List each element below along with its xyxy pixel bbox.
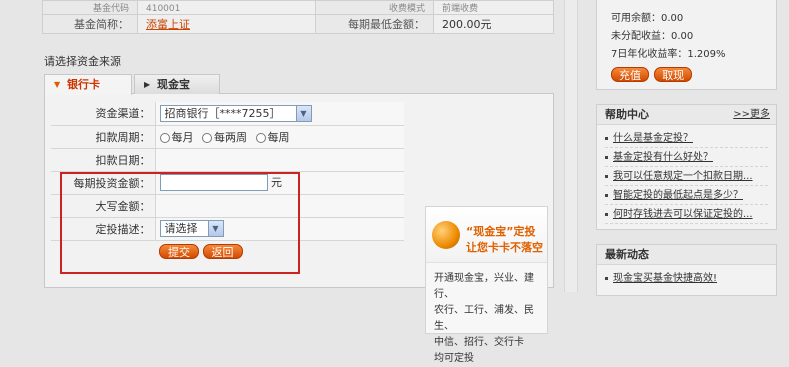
min-amount-label: 每期最低金额： [315,14,434,34]
help-center: 帮助中心 >>更多 什么是基金定投？ 基金定投有什么好处？ 我可以任意规定一个扣… [596,104,777,230]
promo-line: 中信、招行、交行卡 [434,337,524,348]
bullet-icon [605,276,608,280]
fund-name-cell: 添富上证 [137,14,316,34]
radio-icon[interactable] [202,132,212,143]
channel-cell: 招商银行［****7255］ ▼ [154,102,404,126]
bullet-icon [605,174,608,178]
period-option-monthly[interactable]: 每月 [159,131,194,144]
fund-name-label: 基金简称： [42,14,138,34]
right-sidebar: 可用余额：0.00 未分配收益：0.00 7日年化收益率：1.209% 充值 取… [596,0,777,296]
help-list: 什么是基金定投？ 基金定投有什么好处？ 我可以任意规定一个扣款日期... 智能定… [597,125,776,224]
source-tabs: ▼ 银行卡 ▶ 现金宝 [44,74,554,95]
tab-bank-card[interactable]: ▼ 银行卡 [44,74,132,95]
chevron-down-icon: ▼ [295,105,311,121]
promo-header: “现金宝”定投 让您卡卡不落空 [426,207,547,263]
channel-select-value: 招商银行［****7255］ [164,106,281,120]
channel-select[interactable]: 招商银行［****7255］ ▼ [159,104,312,122]
fund-code-label: 基金代码 [42,0,138,15]
period-option-weekly[interactable]: 每周 [255,131,290,144]
bullet-icon [605,136,608,140]
help-more-link[interactable]: >>更多 [733,105,770,125]
min-amount-value: 200.00元 [433,14,554,34]
section-title: 请选择资金来源 [44,55,121,68]
date-label: 扣款日期： [51,148,155,172]
account-summary: 可用余额：0.00 未分配收益：0.00 7日年化收益率：1.209% 充值 取… [596,0,777,90]
vertical-divider-bar [564,0,578,292]
promo-body: 开通现金宝，兴业、建行、 农行、工行、浦发、民生、 中信、招行、交行卡 均可定投 [426,263,547,367]
tab-collapsed-arrow-icon: ▶ [144,80,151,89]
bullet-icon [605,155,608,159]
list-item[interactable]: 何时存钱进去可以保证定投的... [605,205,768,224]
promo-subtitle: 让您卡卡不落空 [466,241,543,254]
period-label: 扣款周期： [51,125,155,149]
news-title: 最新动态 [605,248,649,261]
news-list: 现金宝买基金快捷高效! [597,265,776,288]
fund-name-link[interactable]: 添富上证 [146,18,190,31]
undistributed-income: 未分配收益：0.00 [611,31,694,42]
radio-icon[interactable] [159,132,170,143]
promo-title: “现金宝”定投 [466,225,536,238]
fund-code-value: 410001 [137,0,316,15]
fee-mode-label: 收费模式 [315,0,434,15]
tab-cash-treasure[interactable]: ▶ 现金宝 [134,74,220,95]
list-item[interactable]: 现金宝买基金快捷高效! [605,269,776,288]
promo-line: 开通现金宝，兴业、建行、 [434,273,534,300]
tab-expanded-arrow-icon: ▼ [54,80,61,89]
list-item[interactable]: 基金定投有什么好处？ [605,148,768,167]
tab-bank-card-label: 银行卡 [67,78,100,91]
coin-icon [432,221,460,249]
promo-line: 农行、工行、浦发、民生、 [434,305,534,332]
main-content: 基金代码 410001 收费模式 前端收费 基金简称： 添富上证 每期最低金额：… [34,0,554,364]
highlight-box [60,172,300,274]
annualized-yield: 7日年化收益率：1.209% [611,49,726,60]
channel-label: 资金渠道： [51,102,155,126]
tab-cash-treasure-label: 现金宝 [157,78,190,91]
available-balance: 可用余额：0.00 [611,13,684,24]
cash-treasure-promo[interactable]: “现金宝”定投 让您卡卡不落空 开通现金宝，兴业、建行、 农行、工行、浦发、民生… [425,206,548,364]
bullet-icon [605,193,608,197]
list-item[interactable]: 我可以任意规定一个扣款日期... [605,167,768,186]
radio-icon[interactable] [255,132,266,143]
fund-info-table: 基金代码 410001 收费模式 前端收费 基金简称： 添富上证 每期最低金额：… [42,0,554,34]
help-center-header: 帮助中心 >>更多 [597,105,776,125]
news-header: 最新动态 [597,245,776,265]
period-cell: 每月 每两周 每周 [154,125,404,149]
date-cell [154,148,404,172]
list-item[interactable]: 智能定投的最低起点是多少？ [605,186,768,205]
promo-line: 均可定投 [434,353,474,364]
recharge-button[interactable]: 充值 [611,67,649,82]
bullet-icon [605,212,608,216]
account-buttons: 充值 取现 [611,67,776,85]
help-center-title: 帮助中心 [605,108,649,121]
period-option-biweekly[interactable]: 每两周 [202,131,247,144]
fee-mode-value: 前端收费 [433,0,554,15]
withdraw-button[interactable]: 取现 [654,67,693,82]
latest-news: 最新动态 现金宝买基金快捷高效! [596,244,777,296]
list-item[interactable]: 什么是基金定投？ [605,129,768,148]
